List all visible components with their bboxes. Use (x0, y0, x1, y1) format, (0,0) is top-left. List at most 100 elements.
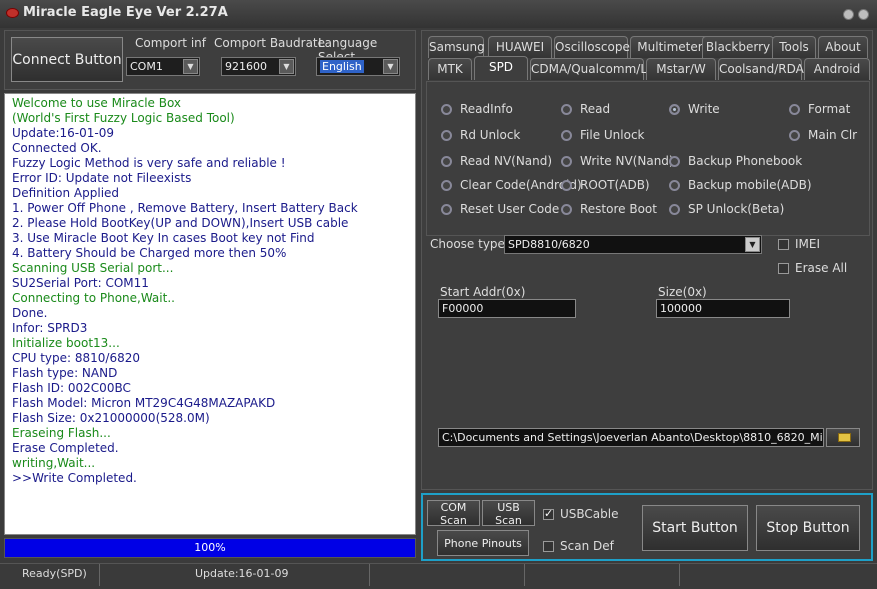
checkbox-box[interactable] (543, 507, 554, 520)
log-line: Infor: SPRD3 (12, 321, 88, 335)
status-ready: Ready(SPD) (0, 564, 100, 586)
imei-checkbox[interactable]: IMEI (778, 237, 820, 251)
radio-rd-unlock[interactable]: Rd Unlock (441, 128, 520, 142)
radio-read[interactable]: Read (561, 102, 610, 116)
tab-mtk[interactable]: MTK (428, 58, 472, 80)
radio-reset-user-code[interactable]: Reset User Code (441, 202, 559, 216)
radio-dot[interactable] (561, 179, 572, 191)
radio-backup-phonebook[interactable]: Backup Phonebook (669, 154, 802, 168)
chevron-down-icon[interactable]: ▼ (279, 59, 294, 74)
start-addr-input[interactable]: F00000 (438, 299, 576, 318)
radio-dot[interactable] (441, 103, 452, 115)
start-button[interactable]: Start Button (642, 505, 748, 551)
stop-button[interactable]: Stop Button (756, 505, 860, 551)
tab-oscilloscope[interactable]: Oscilloscope (554, 36, 630, 58)
radio-dot[interactable] (669, 179, 680, 191)
tab-huawei[interactable]: HUAWEI (488, 36, 552, 58)
radio-readinfo[interactable]: ReadInfo (441, 102, 513, 116)
tab-samsung[interactable]: Samsung (428, 36, 485, 58)
radio-read-nv-nand[interactable]: Read NV(Nand) (441, 154, 552, 168)
radio-dot[interactable] (789, 129, 800, 141)
radio-root-adb[interactable]: ROOT(ADB) (561, 178, 650, 192)
radio-label: Read NV(Nand) (460, 154, 553, 168)
language-select[interactable]: English ▼ (316, 57, 400, 76)
log-line: Flash Size: 0x21000000(528.0M) (12, 411, 210, 425)
chevron-down-icon[interactable]: ▼ (383, 59, 398, 74)
radio-dot[interactable] (441, 203, 452, 215)
tab-spd[interactable]: SPD (474, 56, 528, 80)
radio-dot[interactable] (441, 155, 452, 167)
scan-def-label: Scan Def (560, 539, 614, 553)
log-line: Erase Completed. (12, 441, 119, 455)
minimize-icon[interactable] (843, 9, 854, 20)
log-output[interactable]: Welcome to use Miracle Box (World's First… (4, 93, 416, 535)
checkbox-box[interactable] (778, 238, 789, 250)
radio-dot[interactable] (561, 129, 572, 141)
tab-blackberry[interactable]: Blackberry (702, 36, 774, 58)
log-line: Connected OK. (12, 141, 102, 155)
radio-sp-unlock-beta[interactable]: SP Unlock(Beta) (669, 202, 784, 216)
action-panel: COM Scan USB Scan USBCable Phone Pinouts… (421, 493, 873, 561)
log-line: Flash type: NAND (12, 366, 118, 380)
tab-tools[interactable]: Tools (772, 36, 816, 58)
radio-dot[interactable] (561, 203, 572, 215)
comport-select[interactable]: COM1 ▼ (126, 57, 200, 76)
tab-android[interactable]: Android (804, 58, 870, 80)
file-path-input[interactable]: C:\Documents and Settings\Joeverlan Aban… (438, 428, 824, 447)
checkbox-box[interactable] (778, 262, 789, 274)
tab-coolsand-rda[interactable]: Coolsand/RDA (718, 58, 804, 80)
checkbox-box[interactable] (543, 540, 554, 552)
radio-dot[interactable] (441, 129, 452, 141)
radio-dot[interactable] (669, 155, 680, 167)
scan-def-checkbox[interactable]: Scan Def (543, 539, 614, 553)
radio-backup-mobile-adb[interactable]: Backup mobile(ADB) (669, 178, 812, 192)
comport-value: COM1 (130, 60, 163, 73)
tab-mstar-w[interactable]: Mstar/W (646, 58, 716, 80)
com-scan-button[interactable]: COM Scan (427, 500, 480, 527)
phone-pinouts-button[interactable]: Phone Pinouts (437, 530, 529, 556)
connect-button[interactable]: Connect Button (11, 37, 123, 82)
close-icon[interactable] (858, 9, 869, 20)
radio-dot[interactable] (669, 203, 680, 215)
status-update: Update:16-01-09 (100, 564, 370, 586)
status-cell (370, 564, 525, 586)
log-line: 4. Battery Should be Charged more then 5… (12, 246, 287, 260)
radio-label: SP Unlock(Beta) (688, 202, 785, 216)
radio-dot[interactable] (561, 155, 572, 167)
size-input[interactable]: 100000 (656, 299, 790, 318)
usb-scan-button[interactable]: USB Scan (482, 500, 535, 527)
erase-all-checkbox[interactable]: Erase All (778, 261, 847, 275)
radio-write[interactable]: Write (669, 102, 720, 116)
chip-type-select[interactable]: SPD8810/6820 ▼ (504, 235, 762, 254)
start-addr-label: Start Addr(0x) (440, 285, 526, 299)
radio-dot[interactable] (789, 103, 800, 115)
tab-about[interactable]: About (818, 36, 868, 58)
chevron-down-icon[interactable]: ▼ (183, 59, 198, 74)
log-line: Fuzzy Logic Method is very safe and reli… (12, 156, 286, 170)
baudrate-select[interactable]: 921600 ▼ (221, 57, 296, 76)
app-window: Miracle Eagle Eye Ver 2.27A Connect Butt… (0, 0, 877, 589)
radio-label: Write NV(Nand) (580, 154, 674, 168)
radio-label: Reset User Code (460, 202, 560, 216)
browse-button[interactable] (826, 428, 860, 447)
radio-restore-boot[interactable]: Restore Boot (561, 202, 657, 216)
radio-dot[interactable] (561, 103, 572, 115)
usb-cable-label: USBCable (560, 507, 619, 521)
baudrate-value: 921600 (225, 60, 267, 73)
radio-format[interactable]: Format (789, 102, 850, 116)
tab-multimeter[interactable]: Multimeter (630, 36, 710, 58)
comport-label: Comport inf (135, 36, 206, 50)
usb-cable-checkbox[interactable]: USBCable (543, 507, 619, 521)
tab-cdma-qualcomm-lg[interactable]: CDMA/Qualcomm/LG (530, 58, 656, 80)
status-cell (525, 564, 680, 586)
log-line: >>Write Completed. (12, 471, 137, 485)
radio-write-nv-nand[interactable]: Write NV(Nand) (561, 154, 674, 168)
radio-dot[interactable] (441, 179, 452, 191)
log-line: Welcome to use Miracle Box (12, 96, 182, 110)
spd-operations-group: ReadInfo Read Write Format Rd Unlock File Unl… (426, 81, 870, 236)
chevron-down-icon[interactable]: ▼ (745, 237, 760, 252)
radio-dot[interactable] (669, 103, 680, 115)
radio-main-clr[interactable]: Main Clr (789, 128, 857, 142)
log-line: Done. (12, 306, 48, 320)
radio-file-unlock[interactable]: File Unlock (561, 128, 645, 142)
